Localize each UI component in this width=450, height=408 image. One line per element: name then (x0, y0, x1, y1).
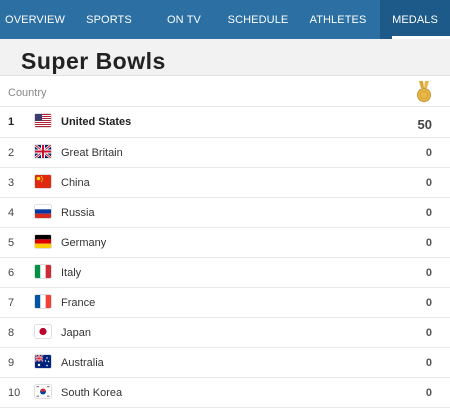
medal-count: 50 (417, 117, 432, 132)
medal-count: 0 (425, 237, 432, 249)
table-row[interactable]: 8 Japan 0 (0, 318, 450, 348)
rank: 5 (8, 237, 15, 249)
rank: 1 (8, 116, 15, 128)
country-name[interactable]: Great Britain (61, 147, 123, 159)
country-name[interactable]: Australia (61, 357, 104, 369)
rank: 7 (8, 297, 15, 309)
it-flag-icon (35, 265, 51, 278)
table-row[interactable]: 6 Italy 0 (0, 258, 450, 288)
medal-count: 0 (425, 207, 432, 219)
table-row[interactable]: 10 South Korea 0 (0, 378, 450, 408)
nav-tab-sports[interactable]: SPORTS (70, 0, 148, 39)
table-row[interactable]: 2 Great Britain 0 (0, 138, 450, 168)
medal-count: 0 (425, 387, 432, 399)
medal-count: 0 (425, 147, 432, 159)
page-title-bar: Super Bowls (0, 39, 450, 76)
de-flag-icon (35, 235, 51, 248)
rank: 10 (8, 387, 21, 399)
rank: 3 (8, 177, 15, 189)
table-row[interactable]: 7 France 0 (0, 288, 450, 318)
country-name[interactable]: China (61, 177, 90, 189)
page-title: Super Bowls (21, 48, 166, 74)
au-flag-icon (35, 355, 51, 368)
table-row[interactable]: 9 Australia 0 (0, 348, 450, 378)
rank: 4 (8, 207, 15, 219)
medal-table: 1 United States 50 2 Great Britain 0 3 C… (0, 107, 450, 408)
nav-tab-athletes[interactable]: ATHLETES (296, 0, 380, 39)
table-row[interactable]: 1 United States 50 (0, 107, 450, 138)
table-row[interactable]: 4 Russia 0 (0, 198, 450, 228)
gb-flag-icon (35, 145, 51, 158)
nav-tab-on-tv[interactable]: ON TV (148, 0, 220, 39)
country-name[interactable]: Germany (61, 237, 106, 249)
medal-count: 0 (425, 297, 432, 309)
column-header-country[interactable]: Country (8, 87, 47, 99)
us-flag-icon (35, 114, 51, 127)
medal-count: 0 (425, 177, 432, 189)
country-name[interactable]: Russia (61, 207, 95, 219)
jp-flag-icon (35, 325, 51, 338)
nav-tab-medals[interactable]: MEDALS (380, 0, 450, 39)
rank: 8 (8, 327, 15, 339)
table-row[interactable]: 5 Germany 0 (0, 228, 450, 258)
country-name[interactable]: Italy (61, 267, 81, 279)
cn-flag-icon (35, 175, 51, 188)
nav-tab-overview[interactable]: OVERVIEW (0, 0, 70, 39)
top-navigation: OVERVIEW SPORTS ON TV SCHEDULE ATHLETES … (0, 0, 450, 39)
country-name[interactable]: South Korea (61, 387, 122, 399)
gold-medal-icon[interactable] (416, 81, 432, 103)
country-name[interactable]: United States (61, 116, 131, 128)
rank: 2 (8, 147, 15, 159)
medal-count: 0 (425, 327, 432, 339)
nav-tab-schedule[interactable]: SCHEDULE (220, 0, 296, 39)
rank: 9 (8, 357, 15, 369)
table-row[interactable]: 3 China 0 (0, 168, 450, 198)
medal-count: 0 (425, 267, 432, 279)
table-header: Country (0, 76, 450, 107)
rank: 6 (8, 267, 15, 279)
fr-flag-icon (35, 295, 51, 308)
country-name[interactable]: Japan (61, 327, 91, 339)
medal-count: 0 (425, 357, 432, 369)
country-name[interactable]: France (61, 297, 95, 309)
ru-flag-icon (35, 205, 51, 218)
kr-flag-icon (35, 385, 51, 398)
